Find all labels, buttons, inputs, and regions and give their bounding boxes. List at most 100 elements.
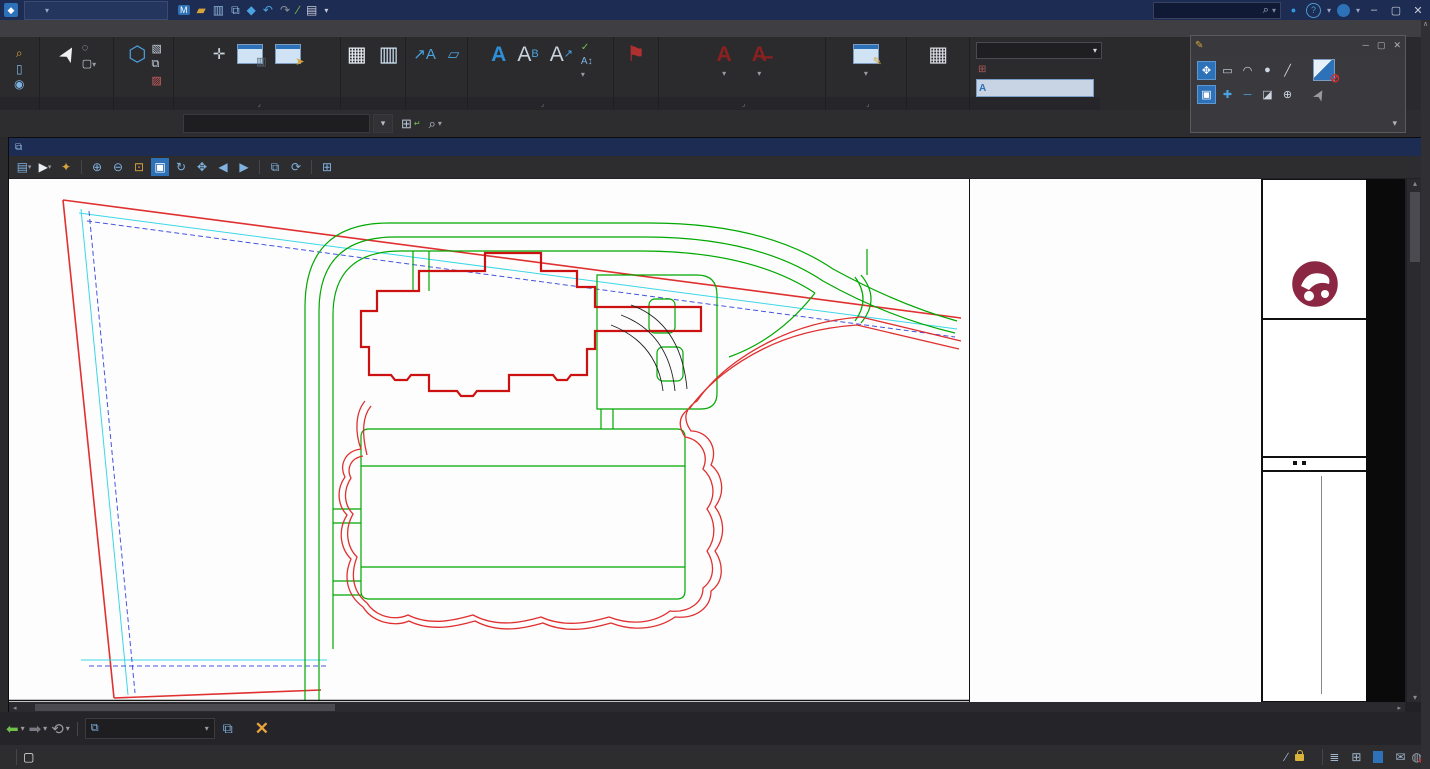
dialog-expand-icon[interactable]: ▾ [1392, 118, 1397, 129]
print-icon[interactable]: ▤ [306, 3, 317, 17]
block-select-icon[interactable]: ▢▾ [82, 57, 96, 70]
add-to-set-icon[interactable]: ✚ [1219, 86, 1236, 103]
element-annotation-button[interactable]: A ▾ [714, 39, 735, 80]
back-button[interactable]: ⬅ ▾ [6, 720, 25, 738]
qat-dropdown-icon[interactable]: ▾ [324, 6, 328, 15]
clip-delete-icon[interactable]: ▨ [152, 74, 162, 87]
drawing-model-annotation-button[interactable]: A̶ ▾ [749, 39, 770, 80]
account-dropdown-icon[interactable]: ▾ [1356, 6, 1360, 15]
update-view-icon[interactable]: ⟳ [287, 158, 305, 176]
pan-view-icon[interactable]: ✥ [193, 158, 211, 176]
civil-labeler-button[interactable]: ⚑ [623, 39, 648, 69]
active-model-icon[interactable] [1373, 751, 1384, 763]
dialog-close-icon[interactable]: ✕ [1393, 40, 1401, 51]
place-text-button[interactable]: A [488, 39, 509, 69]
clip-volume-button[interactable]: ⬡ [125, 39, 149, 69]
place-note-button[interactable]: ↗A [410, 39, 439, 69]
style-manager-button[interactable]: ▥ [376, 39, 402, 69]
view-group-select[interactable]: ⧉ ▾ [84, 718, 215, 739]
drawing-scale-select[interactable]: ▾ [976, 42, 1102, 59]
display-style-icon[interactable]: ▶ ▾ [36, 158, 54, 176]
fit-view-icon[interactable]: ▣ [151, 158, 169, 176]
workflow-selector[interactable]: ▾ [24, 0, 168, 20]
save-icon[interactable]: ▥ [213, 3, 224, 17]
rotate-view-icon[interactable]: ↻ [172, 158, 190, 176]
drawing-canvas[interactable] [9, 179, 1405, 702]
text-more-icon[interactable]: ▾ [581, 70, 593, 79]
view-previous-icon[interactable]: ◀ [214, 158, 232, 176]
models-icon[interactable]: ◉ [14, 77, 24, 91]
snap-mode-icon[interactable]: ∕ [1279, 750, 1293, 764]
ribbon-search[interactable]: ⌕ ▾ [1152, 1, 1281, 19]
select-all-icon[interactable]: ⊕ [1279, 86, 1296, 103]
dialog-launcher-icon[interactable]: ⌟ [866, 100, 869, 108]
dialog-minimize-icon[interactable]: ─ [1363, 40, 1369, 51]
window-area-icon[interactable]: ⊡ [130, 158, 148, 176]
restore-button[interactable]: ▢ [1388, 4, 1404, 17]
zoom-in-icon[interactable]: ⊕ [88, 158, 106, 176]
change-text-attributes-button[interactable]: A ↗ [547, 39, 576, 69]
grid-lock-icon[interactable]: ⊞ [1345, 750, 1367, 764]
undo-icon[interactable]: ↶ [263, 3, 273, 17]
text-styles-icon[interactable]: A↕ [581, 56, 593, 67]
clip-tools-icon[interactable]: ⧉ [152, 58, 162, 71]
copy-view-icon[interactable]: ⧉ [266, 158, 284, 176]
attach-tools-icon[interactable]: ▯ [16, 62, 23, 76]
invert-set-icon[interactable]: ◪ [1259, 86, 1276, 103]
help-icon[interactable]: ? [1305, 2, 1321, 18]
chevron-up-icon[interactable]: ∧ [1423, 21, 1428, 28]
save-settings-icon[interactable]: ⧉ [231, 3, 240, 18]
explorer-icon[interactable]: ⌕ [16, 46, 23, 61]
line-mode-icon[interactable]: ╱ [1279, 62, 1296, 79]
search-dropdown-icon[interactable]: ▾ [1272, 6, 1276, 15]
pen-icon[interactable]: ∕ [297, 3, 299, 17]
dialog-maximize-icon[interactable]: ▢ [1377, 40, 1386, 51]
update-saved-view-button[interactable]: ▥ [234, 39, 266, 69]
microstation-icon[interactable]: M [178, 5, 190, 15]
adjust-view-icon[interactable]: ✦ [57, 158, 75, 176]
dialog-launcher-icon[interactable]: ⌟ [541, 100, 544, 108]
view-title-bar[interactable]: ⧉ [9, 138, 1423, 156]
edit-text-button[interactable]: AB [514, 39, 541, 69]
element-selection-button[interactable]: ➤ [54, 39, 83, 69]
tool-settings-combobox[interactable] [183, 114, 370, 133]
scroll-right-icon[interactable]: ▸ [1393, 704, 1405, 712]
redo-icon[interactable]: ↷ [280, 3, 290, 17]
named-boundary-button[interactable]: ✎ ▾ [850, 39, 882, 80]
message-center-icon[interactable]: ✉ [1389, 750, 1411, 764]
selection-search-icon[interactable]: ⌕ ▾ [429, 116, 442, 132]
notification-bell-icon[interactable]: ● [1287, 4, 1300, 17]
scroll-down-icon[interactable]: ▾ [1413, 693, 1417, 702]
clip-mask-icon[interactable]: ▧ [152, 42, 162, 55]
zoom-out-icon[interactable]: ⊖ [109, 158, 127, 176]
view-toggle-icon[interactable]: ⧉ [219, 720, 237, 738]
circle-mode-icon[interactable]: ● [1259, 62, 1276, 79]
history-button[interactable]: ⟲ ▾ [51, 720, 70, 738]
dialog-launcher-icon[interactable]: ⌟ [742, 100, 745, 108]
forward-button[interactable]: ➡ ▾ [29, 720, 48, 738]
scroll-left-icon[interactable]: ◂ [9, 704, 21, 712]
sheet-boundary-button[interactable]: ▦ [925, 39, 951, 69]
accudraw-x-icon[interactable]: ✕ [255, 719, 269, 739]
key-in-icon[interactable]: ⊞ ↵ [401, 116, 421, 132]
create-saved-view-button[interactable]: ✛ [210, 39, 229, 69]
annotation-scale-lock-toggle[interactable]: A [976, 79, 1094, 97]
shape-mode-icon[interactable]: ◠ [1239, 62, 1256, 79]
place-table-button[interactable]: ▦ [344, 39, 370, 69]
spell-check-icon[interactable]: ✓ [581, 42, 593, 53]
block-mode-icon[interactable]: ▭ [1219, 62, 1236, 79]
document-log-icon[interactable]: ≣ [1323, 750, 1345, 764]
view-groups-icon[interactable]: ⊞ [318, 158, 336, 176]
scroll-up-icon[interactable]: ▴ [1413, 179, 1417, 188]
close-button[interactable]: ✕ [1410, 4, 1426, 17]
clear-selection-icon[interactable]: ➤ [1308, 85, 1330, 104]
place-label-button[interactable]: ▱ [445, 39, 463, 69]
minimize-button[interactable]: – [1366, 4, 1382, 16]
horizontal-scroll-thumb[interactable] [34, 704, 335, 711]
search-icon[interactable]: ⌕ [1263, 4, 1269, 17]
smart-select-icon[interactable]: ▣ [1197, 85, 1216, 104]
account-badge[interactable] [1336, 3, 1350, 17]
search-input[interactable] [1157, 3, 1263, 17]
view-attributes-icon[interactable]: ▤ ▾ [15, 158, 33, 176]
help-dropdown-icon[interactable]: ▾ [1327, 6, 1331, 15]
